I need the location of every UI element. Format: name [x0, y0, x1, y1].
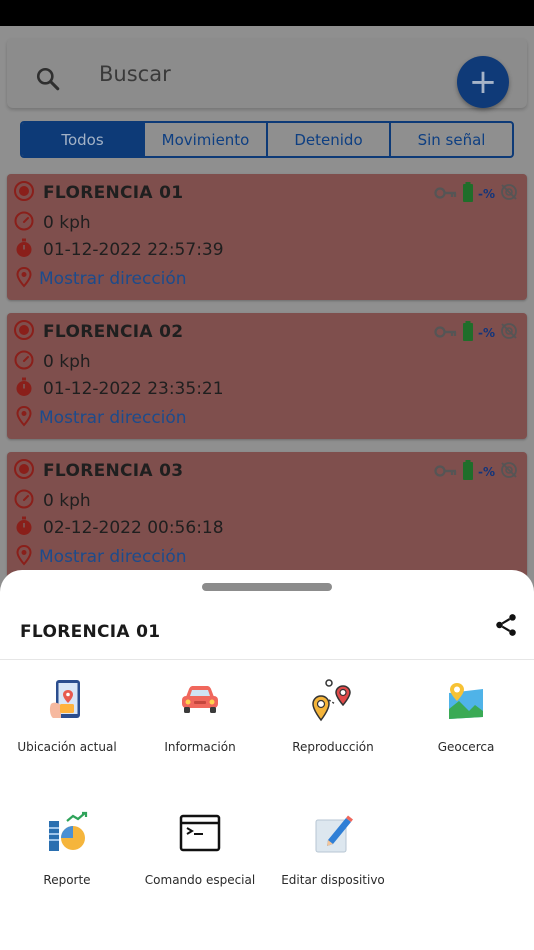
search-bar: + — [7, 38, 527, 108]
device-status-icons: -% — [434, 182, 519, 206]
device-speed: 0 kph — [43, 352, 91, 372]
edit-note-icon — [309, 809, 357, 857]
tab-movimiento[interactable]: Movimiento — [145, 123, 268, 156]
action-label: Ubicación actual — [17, 740, 117, 754]
status-bar — [0, 0, 534, 26]
device-status-icons: -% — [434, 321, 519, 345]
search-input[interactable] — [99, 56, 429, 92]
record-icon — [13, 319, 35, 345]
car-icon — [176, 676, 224, 724]
device-name: FLORENCIA 01 — [43, 183, 184, 203]
device-name: FLORENCIA 02 — [43, 322, 184, 342]
plus-icon: + — [468, 62, 498, 102]
stopwatch-icon — [13, 515, 35, 541]
tab-detenido[interactable]: Detenido — [268, 123, 391, 156]
device-datetime: 01-12-2022 23:35:21 — [43, 379, 224, 399]
device-card[interactable]: FLORENCIA 01 0 kph 01-12-2022 22:57:39 M… — [7, 174, 527, 300]
record-icon — [13, 458, 35, 484]
battery-percentage: -% — [477, 187, 495, 201]
action-edit-device[interactable]: Editar dispositivo — [266, 809, 400, 887]
battery-icon — [462, 182, 474, 206]
action-label: Información — [164, 740, 236, 754]
action-label: Reproducción — [292, 740, 374, 754]
show-address-link[interactable]: Mostrar dirección — [39, 269, 187, 289]
show-address-link[interactable]: Mostrar dirección — [39, 408, 187, 428]
location-pin-icon — [13, 266, 35, 292]
action-label: Geocerca — [437, 740, 495, 754]
phone-location-icon — [43, 676, 91, 724]
key-icon — [434, 324, 458, 343]
battery-percentage: -% — [477, 465, 495, 479]
action-report[interactable]: Reporte — [0, 809, 134, 887]
share-icon[interactable] — [493, 612, 519, 642]
device-name: FLORENCIA 03 — [43, 461, 184, 481]
key-icon — [434, 185, 458, 204]
sheet-divider — [0, 659, 534, 660]
record-icon — [13, 180, 35, 206]
device-actions-sheet: FLORENCIA 01 Ubicación actual Informació… — [0, 570, 534, 950]
show-address-link[interactable]: Mostrar dirección — [39, 547, 187, 567]
drag-handle[interactable] — [202, 583, 332, 591]
route-pins-icon — [309, 676, 357, 724]
location-pin-icon — [13, 405, 35, 431]
sheet-title: FLORENCIA 01 — [20, 622, 161, 642]
speedometer-icon — [13, 210, 35, 236]
no-gps-icon — [499, 460, 519, 484]
action-label: Reporte — [43, 873, 91, 887]
battery-icon — [462, 460, 474, 484]
action-label: Editar dispositivo — [281, 873, 385, 887]
action-information[interactable]: Información — [133, 676, 267, 754]
device-speed: 0 kph — [43, 491, 91, 511]
speedometer-icon — [13, 349, 35, 375]
terminal-icon — [176, 809, 224, 857]
no-gps-icon — [499, 182, 519, 206]
location-pin-icon — [13, 544, 35, 570]
action-special-command[interactable]: Comando especial — [133, 809, 267, 887]
device-card[interactable]: FLORENCIA 02 0 kph 01-12-2022 23:35:21 M… — [7, 313, 527, 439]
device-datetime: 01-12-2022 22:57:39 — [43, 240, 224, 260]
device-status-icons: -% — [434, 460, 519, 484]
no-gps-icon — [499, 321, 519, 345]
stopwatch-icon — [13, 376, 35, 402]
tab-todos[interactable]: Todos — [22, 123, 145, 156]
device-datetime: 02-12-2022 00:56:18 — [43, 518, 224, 538]
map-pin-icon — [442, 676, 490, 724]
tab-sin-senal[interactable]: Sin señal — [391, 123, 512, 156]
speedometer-icon — [13, 488, 35, 514]
action-label: Comando especial — [144, 873, 256, 887]
search-icon[interactable] — [35, 66, 61, 96]
stopwatch-icon — [13, 237, 35, 263]
action-geofence[interactable]: Geocerca — [399, 676, 533, 754]
device-speed: 0 kph — [43, 213, 91, 233]
battery-icon — [462, 321, 474, 345]
device-card[interactable]: FLORENCIA 03 0 kph 02-12-2022 00:56:18 M… — [7, 452, 527, 578]
add-device-button[interactable]: + — [457, 56, 509, 108]
report-chart-icon — [43, 809, 91, 857]
filter-tabs: Todos Movimiento Detenido Sin señal — [20, 121, 514, 158]
action-playback[interactable]: Reproducción — [266, 676, 400, 754]
battery-percentage: -% — [477, 326, 495, 340]
action-current-location[interactable]: Ubicación actual — [0, 676, 134, 754]
key-icon — [434, 463, 458, 482]
